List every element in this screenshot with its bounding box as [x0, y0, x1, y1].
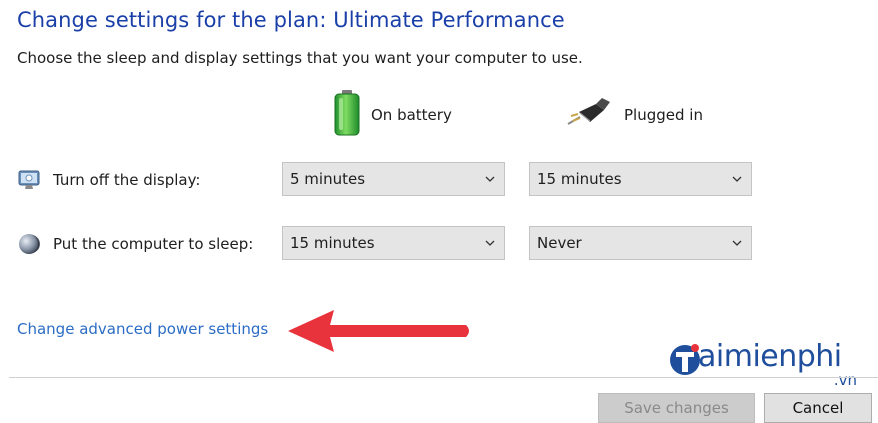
select-value: Never [537, 234, 582, 252]
save-changes-button[interactable]: Save changes [598, 393, 755, 423]
chevron-down-icon [732, 176, 742, 182]
cancel-button[interactable]: Cancel [764, 393, 872, 423]
monitor-icon [17, 168, 41, 192]
column-header-plugged-in: Plugged in [566, 92, 703, 138]
chevron-down-icon [485, 176, 495, 182]
power-plan-settings-window: Change settings for the plan: Ultimate P… [0, 0, 878, 423]
taimienphi-logo-icon [670, 344, 700, 375]
page-title: Change settings for the plan: Ultimate P… [17, 8, 565, 32]
watermark-suffix: .vn [833, 371, 857, 389]
display-plugged-in-select[interactable]: 15 minutes [529, 162, 752, 196]
display-on-battery-select[interactable]: 5 minutes [282, 162, 505, 196]
select-value: 15 minutes [290, 234, 375, 252]
taimienphi-watermark: aimienphi .vn [668, 338, 873, 390]
footer-divider [9, 377, 878, 378]
sleep-on-battery-select[interactable]: 15 minutes [282, 226, 505, 260]
select-value: 15 minutes [537, 170, 622, 188]
watermark-text: aimienphi [698, 339, 842, 374]
change-advanced-power-settings-link[interactable]: Change advanced power settings [17, 320, 268, 338]
row-label-turn-off-display: Turn off the display: [17, 162, 200, 198]
battery-icon [333, 90, 361, 140]
column-label-plugged-in: Plugged in [624, 106, 703, 124]
sleep-plugged-in-select[interactable]: Never [529, 226, 752, 260]
moon-sleep-icon [17, 232, 41, 256]
chevron-down-icon [485, 240, 495, 246]
red-arrow-annotation-icon [288, 310, 469, 352]
page-subtitle: Choose the sleep and display settings th… [17, 49, 583, 67]
row-label-text: Put the computer to sleep: [53, 235, 254, 253]
select-value: 5 minutes [290, 170, 366, 188]
chevron-down-icon [732, 240, 742, 246]
row-label-put-computer-to-sleep: Put the computer to sleep: [17, 226, 253, 262]
column-label-on-battery: On battery [371, 106, 452, 124]
column-header-on-battery: On battery [333, 90, 452, 140]
row-label-text: Turn off the display: [53, 171, 201, 189]
power-plug-icon [566, 98, 612, 132]
